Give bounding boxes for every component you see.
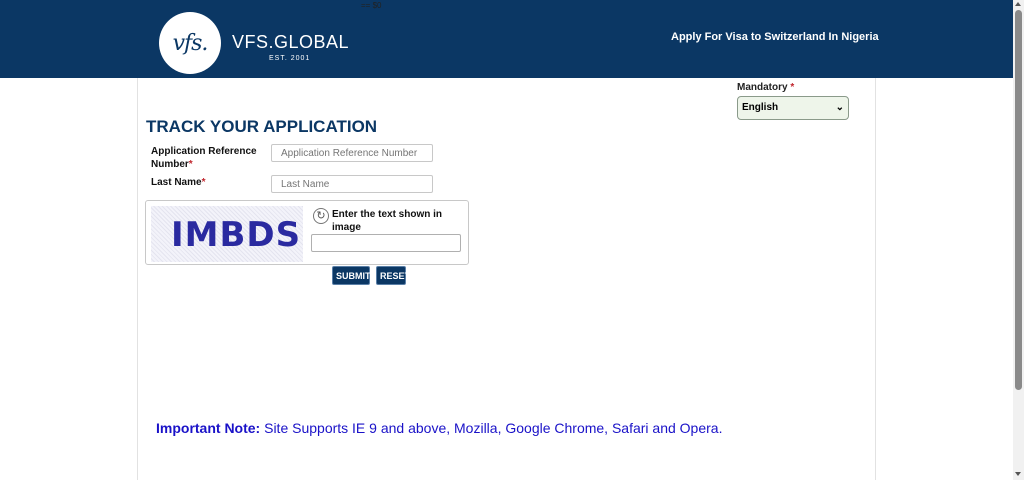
scroll-up-icon[interactable] — [1015, 2, 1021, 6]
important-note: Important Note: Site Supports IE 9 and a… — [156, 420, 722, 436]
refresh-icon[interactable]: ↻ — [313, 208, 329, 224]
logo-script: vfs. — [172, 30, 209, 56]
captcha-input[interactable] — [311, 234, 461, 252]
language-select[interactable]: English ⌄ — [737, 96, 849, 120]
language-selected-value: English — [742, 102, 779, 113]
page-title: TRACK YOUR APPLICATION — [146, 117, 378, 136]
content-border-left — [137, 78, 138, 480]
content-border-right — [875, 78, 876, 480]
vertical-scrollbar[interactable] — [1013, 0, 1024, 480]
submit-button[interactable]: SUBMIT — [332, 266, 371, 285]
reset-button[interactable]: RESET — [376, 266, 410, 285]
vfs-logo[interactable]: vfs. — [159, 12, 221, 74]
captcha-label: Enter the text shown in image — [332, 209, 443, 233]
mandatory-label: Mandatory * — [737, 82, 795, 93]
last-name-input[interactable] — [271, 175, 433, 193]
captcha-text: IMBDS — [171, 215, 302, 255]
site-header: vfs. VFS.GLOBAL EST. 2001 Apply For Visa… — [0, 0, 1013, 78]
important-note-text: Site Supports IE 9 and above, Mozilla, G… — [260, 420, 723, 436]
reference-number-input[interactable] — [271, 144, 433, 162]
reference-number-label: Application Reference Number* — [151, 146, 257, 170]
captcha-panel: IMBDS ↻ Enter the text shown in image — [145, 200, 469, 265]
chevron-down-icon: ⌄ — [835, 102, 844, 113]
logo-est: EST. 2001 — [269, 55, 311, 62]
logo-name: VFS.GLOBAL — [232, 32, 350, 52]
scroll-thumb[interactable] — [1015, 10, 1022, 390]
devtools-marker: == $0 — [361, 1, 382, 10]
important-note-heading: Important Note: — [156, 420, 261, 436]
header-title: Apply For Visa to Switzerland In Nigeria — [671, 31, 879, 43]
required-mark: * — [790, 82, 795, 93]
captcha-image: IMBDS — [151, 206, 303, 262]
scroll-down-icon[interactable] — [1015, 472, 1021, 476]
last-name-label: Last Name* — [151, 177, 206, 188]
